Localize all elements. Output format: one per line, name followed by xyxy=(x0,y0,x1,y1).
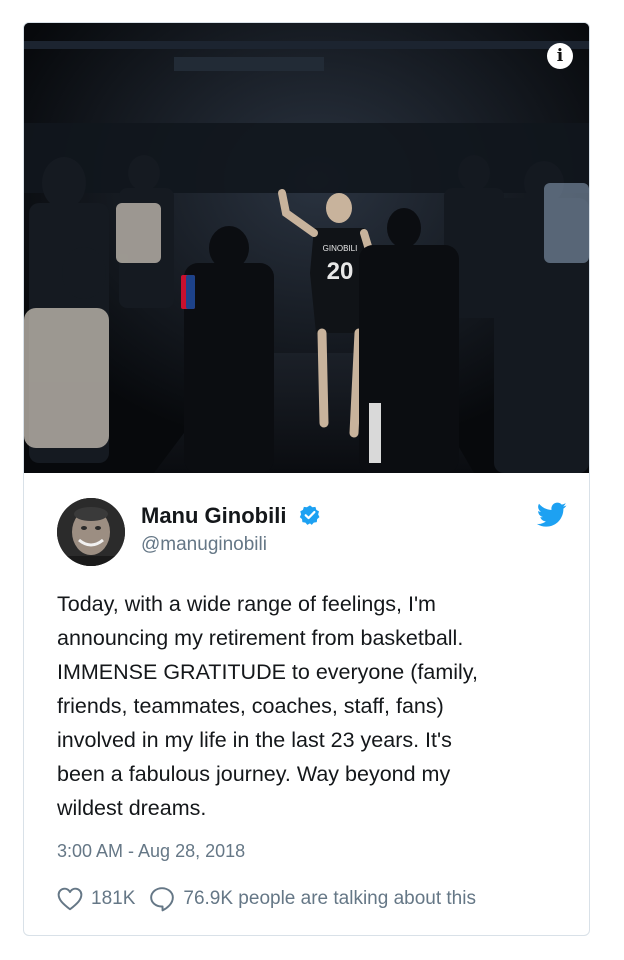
conversation-button[interactable]: 76.9K people are talking about this xyxy=(149,886,476,912)
like-button[interactable]: 181K xyxy=(57,887,135,911)
avatar-image xyxy=(57,498,125,566)
tweet-card: GINOBILI 20 i Manu Ginobili @manuginobil… xyxy=(23,22,590,936)
tweet-text: Today, with a wide range of feelings, I'… xyxy=(57,592,478,820)
tweet-actions: 181K 76.9K people are talking about this xyxy=(57,885,476,913)
jersey-name: GINOBILI xyxy=(323,244,358,253)
tweet-photo[interactable]: GINOBILI 20 i xyxy=(24,23,589,473)
speech-bubble-icon xyxy=(150,887,175,912)
author-name-row[interactable]: Manu Ginobili xyxy=(141,503,321,529)
like-count: 181K xyxy=(91,888,136,909)
heart-icon xyxy=(57,887,83,911)
info-icon[interactable]: i xyxy=(547,43,573,69)
twitter-bird-icon[interactable] xyxy=(537,502,567,528)
jersey-number: 20 xyxy=(327,258,354,285)
author-name[interactable]: Manu Ginobili xyxy=(141,503,286,528)
tweet-timestamp[interactable]: 3:00 AM - Aug 28, 2018 xyxy=(57,841,245,862)
conversation-count: 76.9K people are talking about this xyxy=(183,888,476,909)
tweet-header: Manu Ginobili @manuginobili xyxy=(57,498,567,568)
arena-photo: GINOBILI 20 xyxy=(24,23,589,473)
author-handle[interactable]: @manuginobili xyxy=(141,534,267,556)
verified-badge-icon xyxy=(299,505,320,525)
avatar[interactable] xyxy=(57,498,125,566)
